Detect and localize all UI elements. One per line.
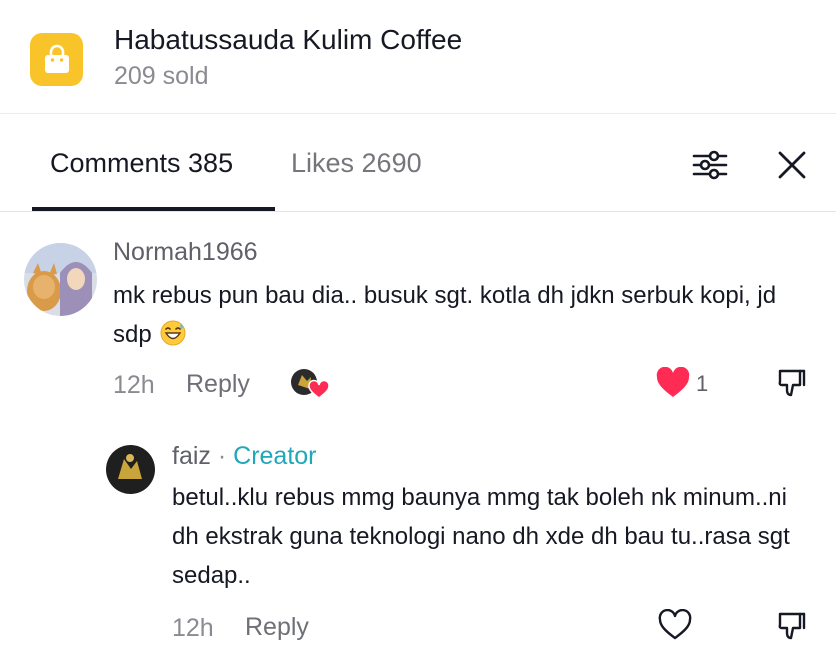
reply-username-line: faiz · Creator: [172, 442, 317, 471]
comment-body: mk rebus pun bau dia.. busuk sgt. kotla …: [113, 282, 777, 348]
divider: [0, 211, 836, 212]
tab-comments[interactable]: Comments 385: [50, 148, 233, 179]
reply-time: 12h: [172, 614, 214, 642]
comments-tabs-bar: Comments 385 Likes 2690: [0, 114, 836, 212]
creator-tag: Creator: [233, 442, 317, 470]
like-button[interactable]: [657, 608, 693, 641]
heart-filled-icon: [656, 366, 690, 397]
like-count: 1: [696, 371, 709, 396]
heart-outline-icon: [658, 608, 692, 640]
dislike-button[interactable]: [775, 609, 809, 643]
comment-time: 12h: [113, 371, 155, 399]
separator: ·: [217, 442, 227, 470]
reply-username[interactable]: faiz: [172, 442, 211, 470]
comment-username[interactable]: Normah1966: [113, 238, 258, 267]
comment-text: mk rebus pun bau dia.. busuk sgt. kotla …: [113, 276, 803, 358]
reply-button[interactable]: Reply: [245, 613, 309, 642]
shopping-bag-icon: [30, 33, 83, 86]
product-sold-count: 209 sold: [114, 62, 209, 90]
like-button[interactable]: [655, 366, 691, 399]
close-button[interactable]: [772, 145, 812, 185]
tab-likes[interactable]: Likes 2690: [291, 148, 422, 179]
avatar[interactable]: [106, 445, 155, 494]
grinning-sweat-emoji: [160, 319, 186, 358]
thumbs-down-icon: [778, 612, 806, 640]
product-title[interactable]: Habatussauda Kulim Coffee: [114, 24, 462, 56]
sliders-icon: [692, 150, 728, 180]
reply-text: betul..klu rebus mmg baunya mmg tak bole…: [172, 484, 790, 589]
reply-button[interactable]: Reply: [186, 370, 250, 399]
avatar[interactable]: [24, 243, 97, 316]
product-header[interactable]: Habatussauda Kulim Coffee 209 sold: [0, 0, 836, 114]
creator-liked-badge: [289, 367, 330, 401]
thumbs-down-icon: [778, 369, 806, 397]
dislike-button[interactable]: [775, 366, 809, 400]
close-icon: [778, 151, 806, 179]
filter-button[interactable]: [690, 145, 730, 185]
